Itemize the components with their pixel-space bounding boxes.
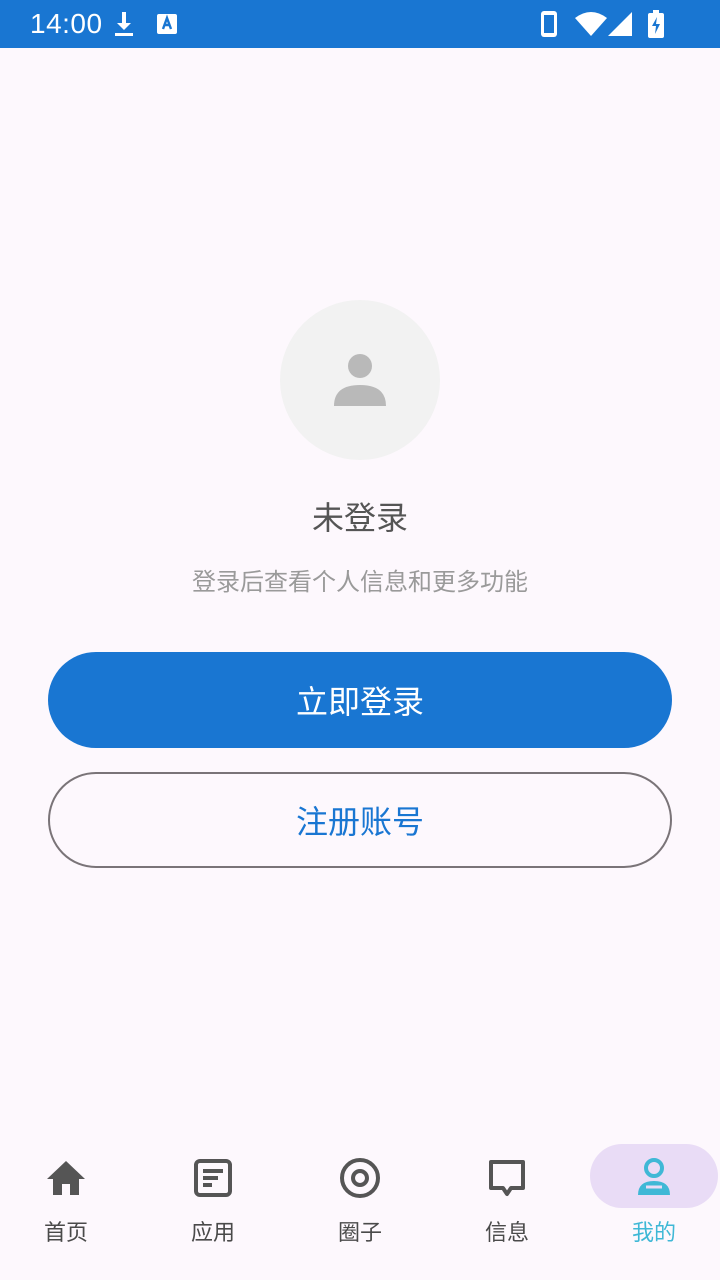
status-bar: 14:00: [0, 0, 720, 48]
nav-item-profile[interactable]: 我的: [588, 1136, 720, 1280]
wifi-icon: [574, 0, 608, 48]
nav-item-apps[interactable]: 应用: [147, 1136, 291, 1280]
login-button[interactable]: 立即登录: [48, 652, 672, 748]
avatar[interactable]: [280, 300, 440, 460]
keyboard-a-icon: [154, 0, 180, 48]
home-icon: [42, 1154, 90, 1202]
bottom-nav: 首页 应用 圈子 信息 我的: [0, 1136, 720, 1280]
download-icon: [110, 0, 138, 48]
login-hint-text: 登录后查看个人信息和更多功能: [192, 568, 528, 596]
message-icon: [483, 1154, 531, 1202]
status-time: 14:00: [30, 8, 103, 39]
nav-item-home[interactable]: 首页: [0, 1136, 144, 1280]
signal-icon: [606, 0, 634, 48]
nav-label-apps: 应用: [190, 1221, 235, 1246]
nav-label-home: 首页: [43, 1221, 88, 1246]
person-icon: [332, 352, 388, 408]
login-status-text: 未登录: [311, 499, 408, 537]
person-icon: [630, 1154, 678, 1202]
nav-item-messages[interactable]: 信息: [441, 1136, 585, 1280]
nav-item-circle[interactable]: 圈子: [294, 1136, 438, 1280]
nav-label-circle: 圈子: [337, 1221, 382, 1246]
nav-label-messages: 信息: [484, 1221, 529, 1246]
battery-charging-icon: [644, 0, 668, 48]
phone-icon: [536, 0, 562, 48]
nav-label-profile: 我的: [631, 1221, 676, 1246]
article-icon: [189, 1154, 237, 1202]
register-button[interactable]: 注册账号: [48, 772, 672, 868]
circle-icon: [336, 1154, 384, 1202]
